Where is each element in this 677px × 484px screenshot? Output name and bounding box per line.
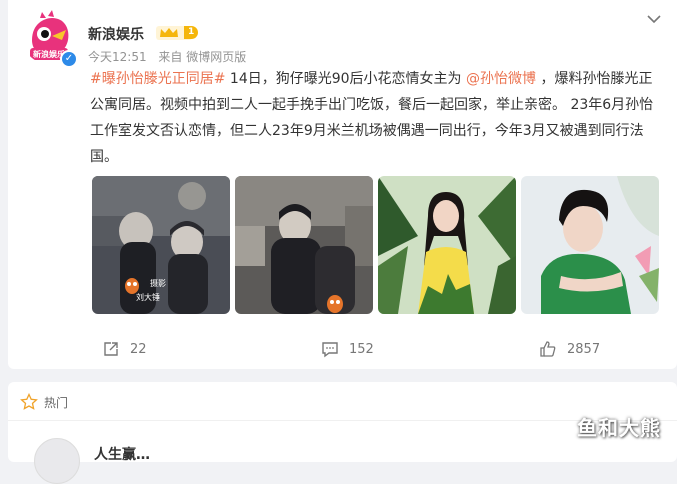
hashtag-link[interactable]: #曝孙怡滕光正同居# (90, 71, 225, 87)
photo-label: 摄影 (150, 278, 166, 288)
hot-label: 热门 (44, 396, 69, 410)
watermark: 鱼和大熊 (577, 416, 661, 440)
teng-guang-photo (521, 176, 659, 314)
comment-avatar[interactable] (34, 438, 80, 484)
star-icon (20, 393, 38, 410)
post-meta: 今天12:51 来自 微博网页版 (88, 48, 254, 65)
photo-thumbnail-3[interactable] (378, 176, 516, 314)
post-text-part-1: 14日，狗仔曝光90后小花恋情女主为 (225, 71, 466, 87)
like-count: 2857 (567, 341, 601, 357)
paparazzi-photo-2 (235, 176, 373, 314)
photo-caption: 刘大锤 (136, 292, 160, 302)
sun-yi-photo (378, 176, 516, 314)
comment-count: 152 (349, 341, 374, 357)
thumbs-up-icon (540, 341, 556, 357)
post-time[interactable]: 今天12:51 (88, 50, 147, 64)
username[interactable]: 新浪娱乐 (88, 24, 144, 44)
paparazzi-photo-1: 摄影 刘大锤 (92, 176, 230, 314)
comment-button[interactable]: 152 (321, 340, 374, 358)
post-text: #曝孙怡滕光正同居# 14日，狗仔曝光90后小花恋情女主为 @孙怡微博 ，爆料孙… (90, 66, 660, 170)
share-icon (104, 342, 118, 356)
comment-icon (322, 342, 338, 358)
like-button[interactable]: 2857 (539, 340, 600, 358)
share-count: 22 (130, 341, 147, 357)
mention-link[interactable]: @孙怡微博 (466, 71, 536, 87)
photo-thumbnail-2[interactable] (235, 176, 373, 314)
verified-badge-icon: ✓ (60, 50, 78, 68)
comment-username[interactable]: 人生赢… (94, 444, 150, 464)
photo-thumbnail-4[interactable] (521, 176, 659, 314)
post-source: 来自 微博网页版 (158, 50, 247, 64)
chevron-down-icon[interactable] (645, 10, 663, 28)
vip-level-badge: 1 (184, 26, 199, 39)
share-button[interactable]: 22 (102, 340, 147, 358)
photo-thumbnail-1[interactable]: 摄影 刘大锤 (92, 176, 230, 314)
